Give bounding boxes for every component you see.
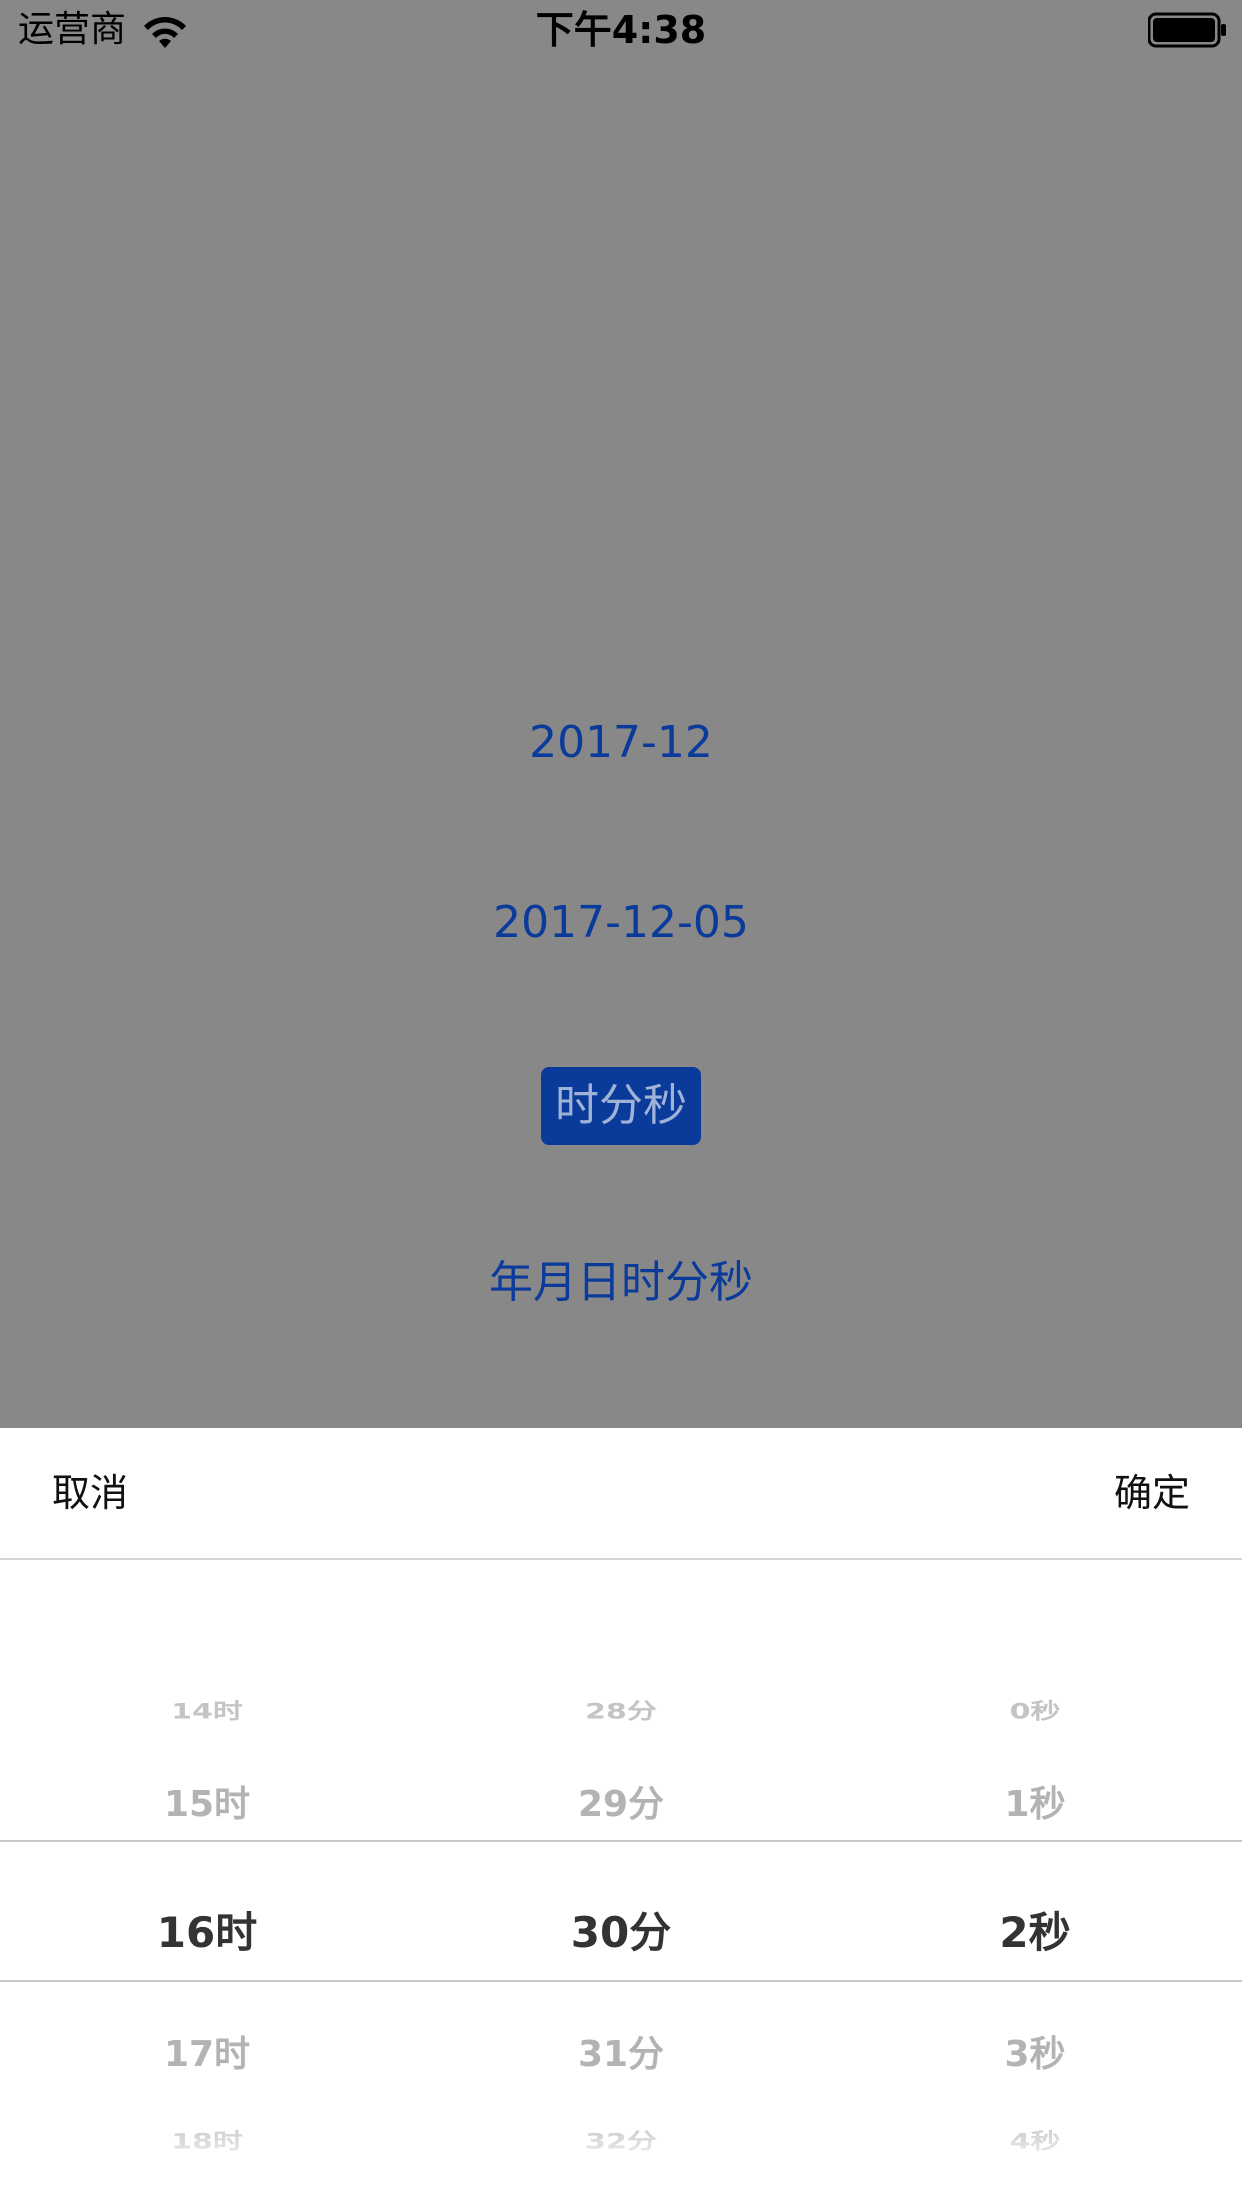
minute-wheel[interactable]: 28分 29分 30分 31分 32分	[414, 1560, 828, 2208]
month-picker-button[interactable]: 2017-12	[0, 713, 1242, 773]
second-option[interactable]: 0秒	[828, 1698, 1242, 1727]
cancel-button[interactable]: 取消	[52, 1468, 128, 1518]
time-picker-button[interactable]: 时分秒	[0, 1067, 1242, 1145]
second-wheel[interactable]: 0秒 1秒 2秒 3秒 4秒	[828, 1560, 1242, 2208]
second-option[interactable]: 4秒	[828, 2128, 1242, 2157]
status-time: 下午4:38	[535, 8, 707, 52]
time-picker-sheet: 取消 确定 14时 15时 16时 17时 18时 28分 29分 30分 31…	[0, 1428, 1242, 2208]
minute-option[interactable]: 28分	[414, 1698, 828, 1727]
datetime-picker-button[interactable]: 年月日时分秒	[0, 1253, 1242, 1313]
minute-option-selected[interactable]: 30分	[414, 1905, 828, 1961]
second-option-selected[interactable]: 2秒	[828, 1905, 1242, 1961]
status-bar: 运营商 下午4:38	[0, 0, 1242, 60]
picker-wheels: 14时 15时 16时 17时 18时 28分 29分 30分 31分 32分 …	[0, 1560, 1242, 2208]
second-option[interactable]: 1秒	[828, 1780, 1242, 1830]
battery-icon	[1148, 12, 1226, 48]
hour-option[interactable]: 15时	[0, 1780, 414, 1830]
dimmed-background-overlay[interactable]: 运营商 下午4:38 2017-12 2017-12-05 时分秒 年月日时分秒	[0, 0, 1242, 1428]
date-picker-label: 2017-12-05	[493, 897, 749, 948]
minute-option[interactable]: 29分	[414, 1780, 828, 1830]
second-option[interactable]: 3秒	[828, 2030, 1242, 2080]
screen: 运营商 下午4:38 2017-12 2017-12-05 时分秒 年月日时分秒	[0, 0, 1242, 2208]
hour-option[interactable]: 18时	[0, 2128, 414, 2157]
time-picker-label: 时分秒	[541, 1067, 701, 1145]
date-picker-button[interactable]: 2017-12-05	[0, 893, 1242, 953]
minute-option[interactable]: 32分	[414, 2128, 828, 2157]
hour-option-selected[interactable]: 16时	[0, 1905, 414, 1961]
minute-option[interactable]: 31分	[414, 2030, 828, 2080]
hour-option[interactable]: 14时	[0, 1698, 414, 1727]
datetime-picker-label: 年月日时分秒	[489, 1257, 753, 1308]
hour-wheel[interactable]: 14时 15时 16时 17时 18时	[0, 1560, 414, 2208]
month-picker-label: 2017-12	[529, 717, 713, 768]
confirm-button[interactable]: 确定	[1114, 1468, 1190, 1518]
picker-toolbar: 取消 确定	[0, 1428, 1242, 1560]
hour-option[interactable]: 17时	[0, 2030, 414, 2080]
